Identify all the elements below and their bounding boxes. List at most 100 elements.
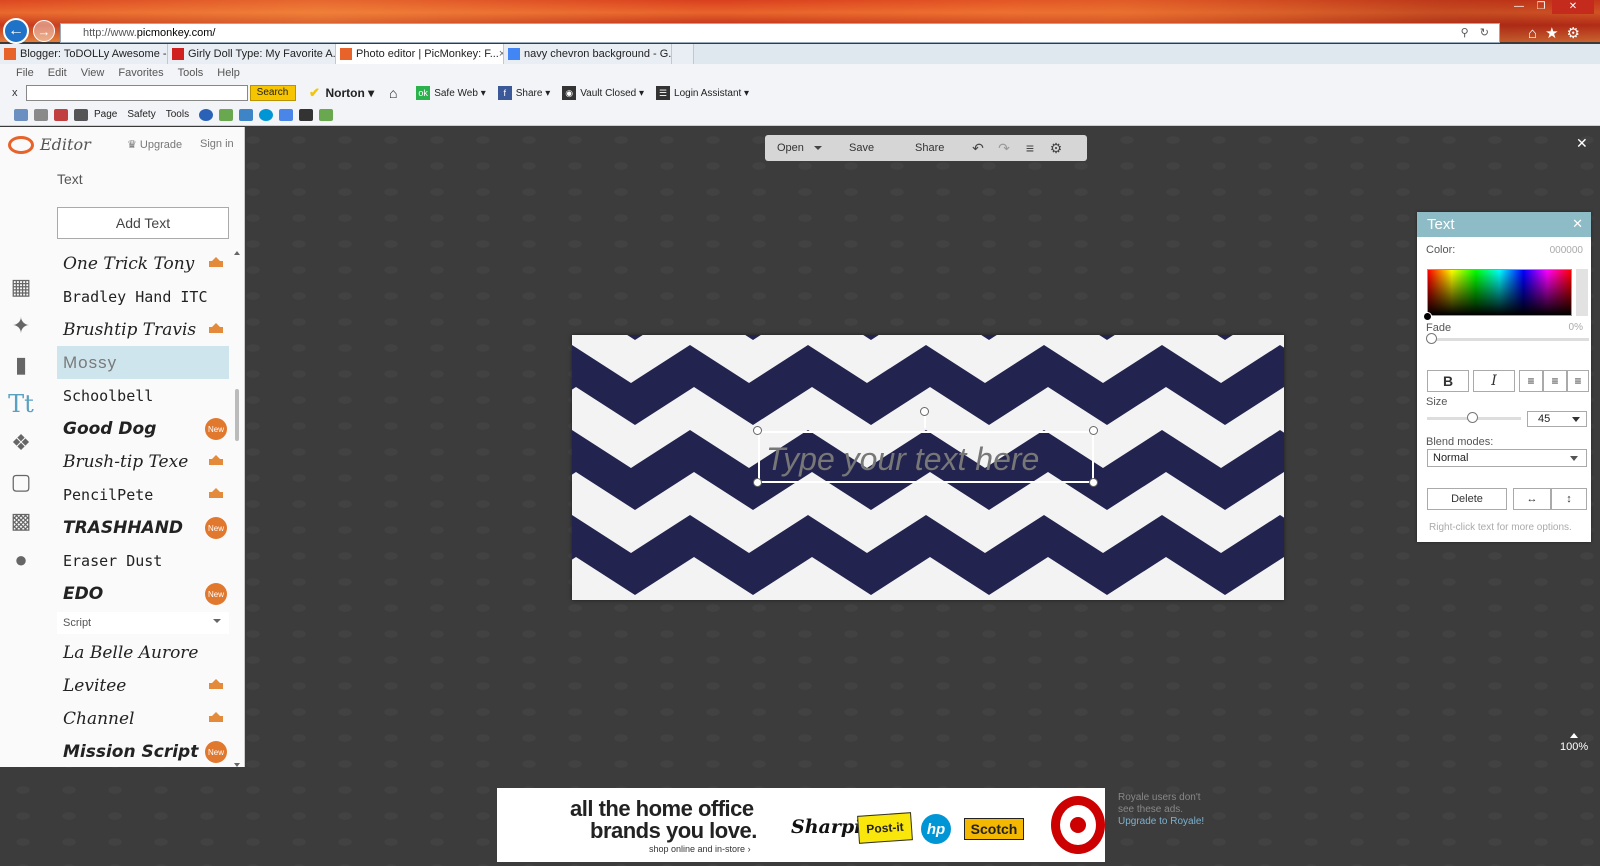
font-option[interactable]: Mission Script New [57, 735, 229, 767]
italic-button[interactable]: I [1473, 370, 1515, 392]
upgrade-link[interactable]: ♛ Upgrade [127, 138, 182, 151]
ad-banner[interactable]: all the home office brands you love. sho… [497, 788, 1105, 862]
home-small-icon[interactable] [14, 108, 28, 121]
redo-icon[interactable]: ↷ [991, 135, 1017, 161]
sign-in-link[interactable]: Sign in [200, 138, 234, 150]
share-menu[interactable]: f Share ▾ [497, 86, 550, 100]
blend-mode-select[interactable]: Normal [1427, 449, 1587, 467]
zoom-up-icon[interactable] [1570, 733, 1579, 738]
addon-icon-5[interactable] [319, 108, 334, 121]
lipstick-icon[interactable]: ▮ [0, 345, 42, 384]
flip-horizontal-icon[interactable]: ↔ [1513, 488, 1551, 510]
vault-menu[interactable]: ◉ Vault Closed ▾ [562, 86, 644, 100]
addon-icon-3[interactable] [279, 108, 294, 121]
page-menu[interactable]: Page [94, 109, 117, 120]
frame-icon[interactable]: ▢ [0, 462, 42, 501]
font-option[interactable]: Eraser Dust [57, 544, 229, 577]
color-picker-marker[interactable] [1423, 312, 1432, 321]
save-button[interactable]: Save [837, 135, 903, 161]
gear-icon[interactable]: ⚙ [1567, 25, 1588, 42]
font-option[interactable]: Good Dog New [57, 412, 229, 445]
upgrade-royale-link[interactable]: Upgrade to Royale! [1118, 816, 1204, 828]
settings-gear-icon[interactable]: ⚙ [1043, 135, 1069, 161]
close-window-button[interactable]: ✕ [1552, 0, 1594, 14]
fade-slider-track[interactable] [1431, 338, 1589, 341]
font-option[interactable]: EDO New [57, 577, 229, 610]
font-option[interactable]: Brush-tip Texe [57, 445, 229, 478]
font-option[interactable]: PencilPete [57, 478, 229, 511]
color-swatch-strip[interactable] [1576, 269, 1588, 316]
font-option[interactable]: La Belle Aurore [57, 636, 229, 669]
address-bar[interactable]: http://www. picmonkey.com/ ⚲ ↻ [60, 23, 1500, 43]
close-panel-icon[interactable]: ✕ [1572, 216, 1583, 232]
home-icon[interactable]: ⌂ [1528, 25, 1545, 42]
scroll-thumb[interactable] [235, 389, 239, 441]
addon-icon-4[interactable] [299, 108, 314, 121]
addon-icon-2[interactable] [239, 108, 254, 121]
layers-icon[interactable]: ≡ [1017, 135, 1043, 161]
apple-icon[interactable]: ● [0, 540, 42, 579]
refresh-icon[interactable]: ⚲ ↻ [1461, 26, 1493, 39]
safety-menu[interactable]: Safety [127, 109, 155, 120]
butterfly-icon[interactable]: ❖ [0, 423, 42, 462]
font-option[interactable]: TRASHHAND New [57, 511, 229, 544]
font-list-scrollbar[interactable] [233, 249, 241, 769]
norton-menu[interactable]: ✔ Norton ▾ [308, 85, 374, 100]
font-category-select[interactable]: Script [57, 612, 229, 634]
font-option[interactable]: Channel [57, 702, 229, 735]
resize-handle-br[interactable] [1089, 478, 1098, 487]
magic-wand-icon[interactable]: ✦ [0, 306, 42, 345]
align-right-button[interactable]: ≡ [1567, 370, 1589, 392]
print-icon[interactable] [74, 108, 88, 121]
toolbar-search-button[interactable]: Search [249, 85, 296, 101]
size-input[interactable]: 45 [1527, 411, 1587, 427]
menu-item-tools[interactable]: Tools [178, 64, 204, 82]
addon-icon-1[interactable] [219, 108, 234, 121]
resize-handle-bl[interactable] [753, 478, 762, 487]
back-button[interactable]: ← [3, 18, 29, 44]
add-text-button[interactable]: Add Text [57, 207, 229, 239]
browser-tab[interactable]: Photo editor | PicMonkey: F...× [336, 44, 504, 64]
forward-button[interactable]: → [33, 20, 55, 42]
menu-item-favorites[interactable]: Favorites [118, 64, 163, 82]
picmonkey-logo[interactable]: Editor [8, 135, 91, 154]
browser-tab[interactable]: Girly Doll Type: My Favorite A... [168, 44, 336, 64]
help-icon[interactable] [199, 108, 214, 121]
canvas-text[interactable]: Type your text here [766, 441, 1039, 478]
color-picker[interactable] [1427, 269, 1572, 316]
home-toolbar-button[interactable]: ⌂ [386, 85, 404, 101]
align-left-button[interactable]: ≡ [1519, 370, 1543, 392]
delete-button[interactable]: Delete [1427, 488, 1507, 510]
mail-icon[interactable] [54, 108, 68, 121]
close-editor-icon[interactable]: ✕ [1576, 135, 1588, 152]
share-button[interactable]: Share [903, 135, 965, 161]
hp-icon[interactable] [259, 108, 274, 121]
flip-vertical-icon[interactable]: ↕ [1551, 488, 1587, 510]
texture-icon[interactable]: ▩ [0, 501, 42, 540]
close-toolbar-icon[interactable]: x [12, 87, 18, 99]
favorites-star-icon[interactable]: ★ [1545, 25, 1566, 42]
resize-handle-tl[interactable] [753, 426, 762, 435]
align-center-button[interactable]: ≡ [1543, 370, 1567, 392]
browser-tab[interactable]: navy chevron background - G... [504, 44, 672, 64]
resize-handle-tr[interactable] [1089, 426, 1098, 435]
new-tab-button[interactable] [672, 44, 694, 64]
toolbar-search-input[interactable] [25, 85, 248, 101]
open-menu-button[interactable]: Open [765, 135, 837, 161]
minimize-button[interactable]: — [1508, 0, 1530, 14]
bold-button[interactable]: B [1427, 370, 1469, 392]
scroll-up-icon[interactable] [234, 251, 240, 255]
rotate-handle[interactable] [920, 407, 929, 416]
menu-item-file[interactable]: File [16, 64, 34, 82]
zoom-control[interactable]: 100% [1560, 733, 1588, 753]
font-option[interactable]: Schoolbell [57, 379, 229, 412]
text-layer-box[interactable]: Type your text here [758, 431, 1094, 483]
maximize-button[interactable]: ❐ [1530, 0, 1552, 14]
feeds-icon[interactable] [34, 108, 48, 121]
text-tool-icon[interactable]: Tt [0, 384, 42, 423]
browser-tab[interactable]: Blogger: ToDOLLy Awesome - ... [0, 44, 168, 64]
scroll-down-icon[interactable] [234, 763, 240, 767]
safe-web-menu[interactable]: ok Safe Web ▾ [416, 86, 486, 100]
menu-item-help[interactable]: Help [217, 64, 240, 82]
font-option[interactable]: Brushtip Travis [57, 313, 229, 346]
